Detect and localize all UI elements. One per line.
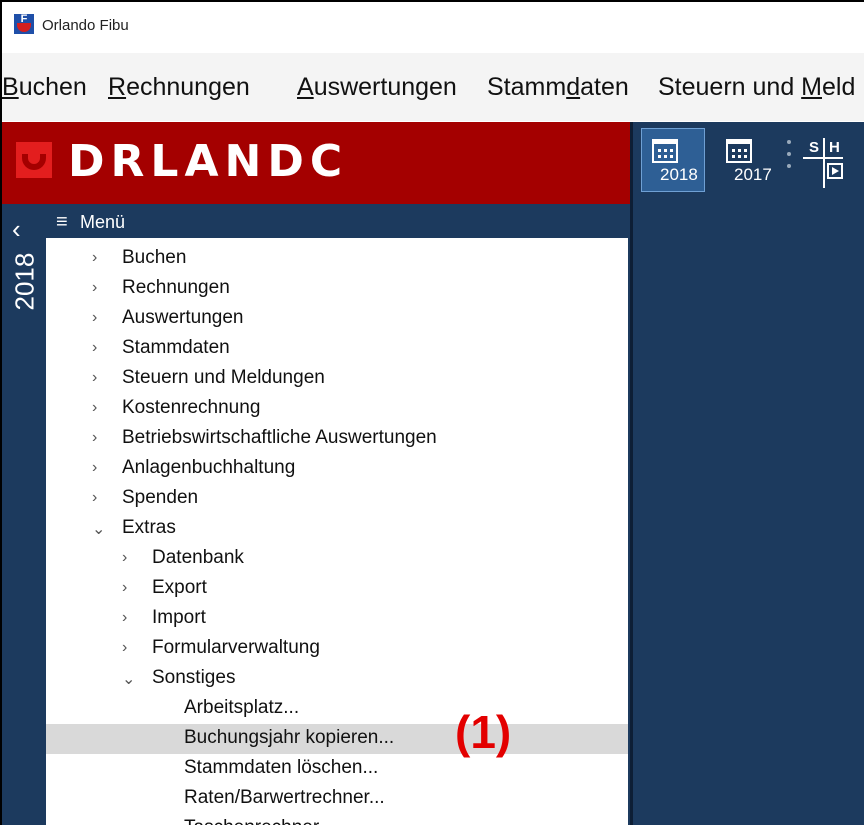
- menu-action-item[interactable]: Taschenrechner...: [46, 814, 628, 825]
- menu-item-label: Datenbank: [152, 547, 244, 568]
- toolbar-separator: [787, 140, 791, 184]
- chevron-right-icon[interactable]: ›: [92, 279, 97, 297]
- year-2018-button[interactable]: 2018: [641, 128, 705, 192]
- menu-item-label: Export: [152, 577, 207, 598]
- year-2017-button[interactable]: 2017: [715, 128, 779, 192]
- menu-header[interactable]: ≡ Menü: [46, 206, 628, 238]
- chevron-right-icon[interactable]: ›: [92, 309, 97, 327]
- menu-item-label: Extras: [122, 517, 176, 538]
- menu-action-item[interactable]: Stammdaten löschen...: [46, 754, 628, 784]
- brand-header: DRLANDC: [2, 122, 630, 204]
- collapse-chevron-icon[interactable]: ‹: [12, 216, 21, 242]
- menu-item-label: Raten/Barwertrechner...: [184, 787, 385, 808]
- menubar-item-rechnungen[interactable]: Rechnungen: [108, 73, 250, 102]
- rail-year-label: 2018: [9, 252, 40, 311]
- menubar-item-steuern[interactable]: Steuern und Meld: [658, 73, 855, 102]
- brand-logo-text: DRLANDC: [68, 136, 349, 187]
- svg-text:H: H: [829, 139, 840, 156]
- chevron-right-icon[interactable]: ›: [92, 459, 97, 477]
- menu-tree-node[interactable]: › Formularverwaltung: [46, 634, 628, 664]
- app-icon: F: [14, 14, 34, 34]
- menu-item-label: Buchungsjahr kopieren...: [184, 727, 395, 748]
- menu-item-label: Auswertungen: [122, 307, 244, 328]
- menu-item-label: Taschenrechner...: [184, 817, 334, 825]
- svg-text:S: S: [809, 139, 819, 156]
- menu-item-label: Buchen: [122, 247, 187, 268]
- chevron-right-icon[interactable]: ›: [92, 399, 97, 417]
- title-bar: F Orlando Fibu: [2, 2, 864, 52]
- menu-item-label: Arbeitsplatz...: [184, 697, 300, 718]
- menu-item-label: Formularverwaltung: [152, 637, 320, 658]
- menubar-item-buchen[interactable]: Buchen: [2, 73, 87, 102]
- menu-item-label: Sonstiges: [152, 667, 236, 688]
- year-rail[interactable]: ‹ 2018: [2, 204, 44, 825]
- chevron-right-icon[interactable]: ›: [122, 579, 127, 597]
- chevron-right-icon[interactable]: ›: [92, 429, 97, 447]
- chevron-right-icon[interactable]: ›: [122, 549, 127, 567]
- chevron-right-icon[interactable]: ›: [122, 609, 127, 627]
- menu-action-item[interactable]: Buchungsjahr kopieren...: [46, 724, 628, 754]
- chevron-right-icon[interactable]: ›: [122, 639, 127, 657]
- window-title: Orlando Fibu: [42, 17, 129, 34]
- menu-tree-node[interactable]: ⌄ Sonstiges: [46, 664, 628, 694]
- menu-item-label: Kostenrechnung: [122, 397, 261, 418]
- calendar-icon: [652, 139, 678, 163]
- menu-tree-node[interactable]: › Spenden: [46, 484, 628, 514]
- menu-item-label: Betriebswirtschaftliche Auswertungen: [122, 427, 437, 448]
- main-content-area: [630, 204, 864, 825]
- menu-item-label: Rechnungen: [122, 277, 230, 298]
- menu-tree-node[interactable]: › Steuern und Meldungen: [46, 364, 628, 394]
- hamburger-icon: ≡: [56, 211, 68, 233]
- menu-tree-node[interactable]: › Stammdaten: [46, 334, 628, 364]
- menu-tree-node[interactable]: › Kostenrechnung: [46, 394, 628, 424]
- menu-tree-node[interactable]: › Auswertungen: [46, 304, 628, 334]
- menu-tree-node[interactable]: › Datenbank: [46, 544, 628, 574]
- menu-tree-node[interactable]: › Export: [46, 574, 628, 604]
- menu-tree-node[interactable]: › Anlagenbuchhaltung: [46, 454, 628, 484]
- menu-item-label: Anlagenbuchhaltung: [122, 457, 296, 478]
- chevron-right-icon[interactable]: ›: [92, 489, 97, 507]
- menu-tree-node[interactable]: › Buchen: [46, 244, 628, 274]
- menu-action-item[interactable]: Raten/Barwertrechner...: [46, 784, 628, 814]
- menu-action-item[interactable]: Arbeitsplatz...: [46, 694, 628, 724]
- orlando-logo-icon: [16, 142, 52, 178]
- menu-bar: Buchen Rechnungen Auswertungen Stammdate…: [2, 53, 864, 121]
- calendar-icon: [726, 139, 752, 163]
- chevron-right-icon[interactable]: ›: [92, 249, 97, 267]
- split-document-icon[interactable]: S H: [803, 134, 863, 190]
- menubar-item-stammdaten[interactable]: Stammdaten: [487, 73, 629, 102]
- menu-item-label: Steuern und Meldungen: [122, 367, 325, 388]
- year-label: 2018: [660, 165, 698, 184]
- menu-tree-node[interactable]: › Betriebswirtschaftliche Auswertungen: [46, 424, 628, 454]
- menu-panel: ≡ Menü › Buchen › Rechnungen › Auswertungen › S…: [44, 204, 630, 825]
- menu-title: Menü: [80, 212, 126, 232]
- menu-item-label: Stammdaten löschen...: [184, 757, 379, 778]
- menu-tree-node[interactable]: › Import: [46, 604, 628, 634]
- chevron-right-icon[interactable]: ›: [92, 339, 97, 357]
- year-label: 2017: [734, 165, 772, 184]
- chevron-right-icon[interactable]: ›: [92, 369, 97, 387]
- menu-item-label: Spenden: [122, 487, 199, 508]
- annotation-marker: (1): [455, 706, 512, 758]
- chevron-down-icon[interactable]: ⌄: [92, 519, 105, 539]
- menu-tree-node[interactable]: › Rechnungen: [46, 274, 628, 304]
- menubar-item-auswertungen[interactable]: Auswertungen: [297, 73, 457, 102]
- menu-item-label: Stammdaten: [122, 337, 230, 358]
- chevron-down-icon[interactable]: ⌄: [122, 669, 135, 689]
- menu-tree-node[interactable]: ⌄ Extras: [46, 514, 628, 544]
- menu-item-label: Import: [152, 607, 206, 628]
